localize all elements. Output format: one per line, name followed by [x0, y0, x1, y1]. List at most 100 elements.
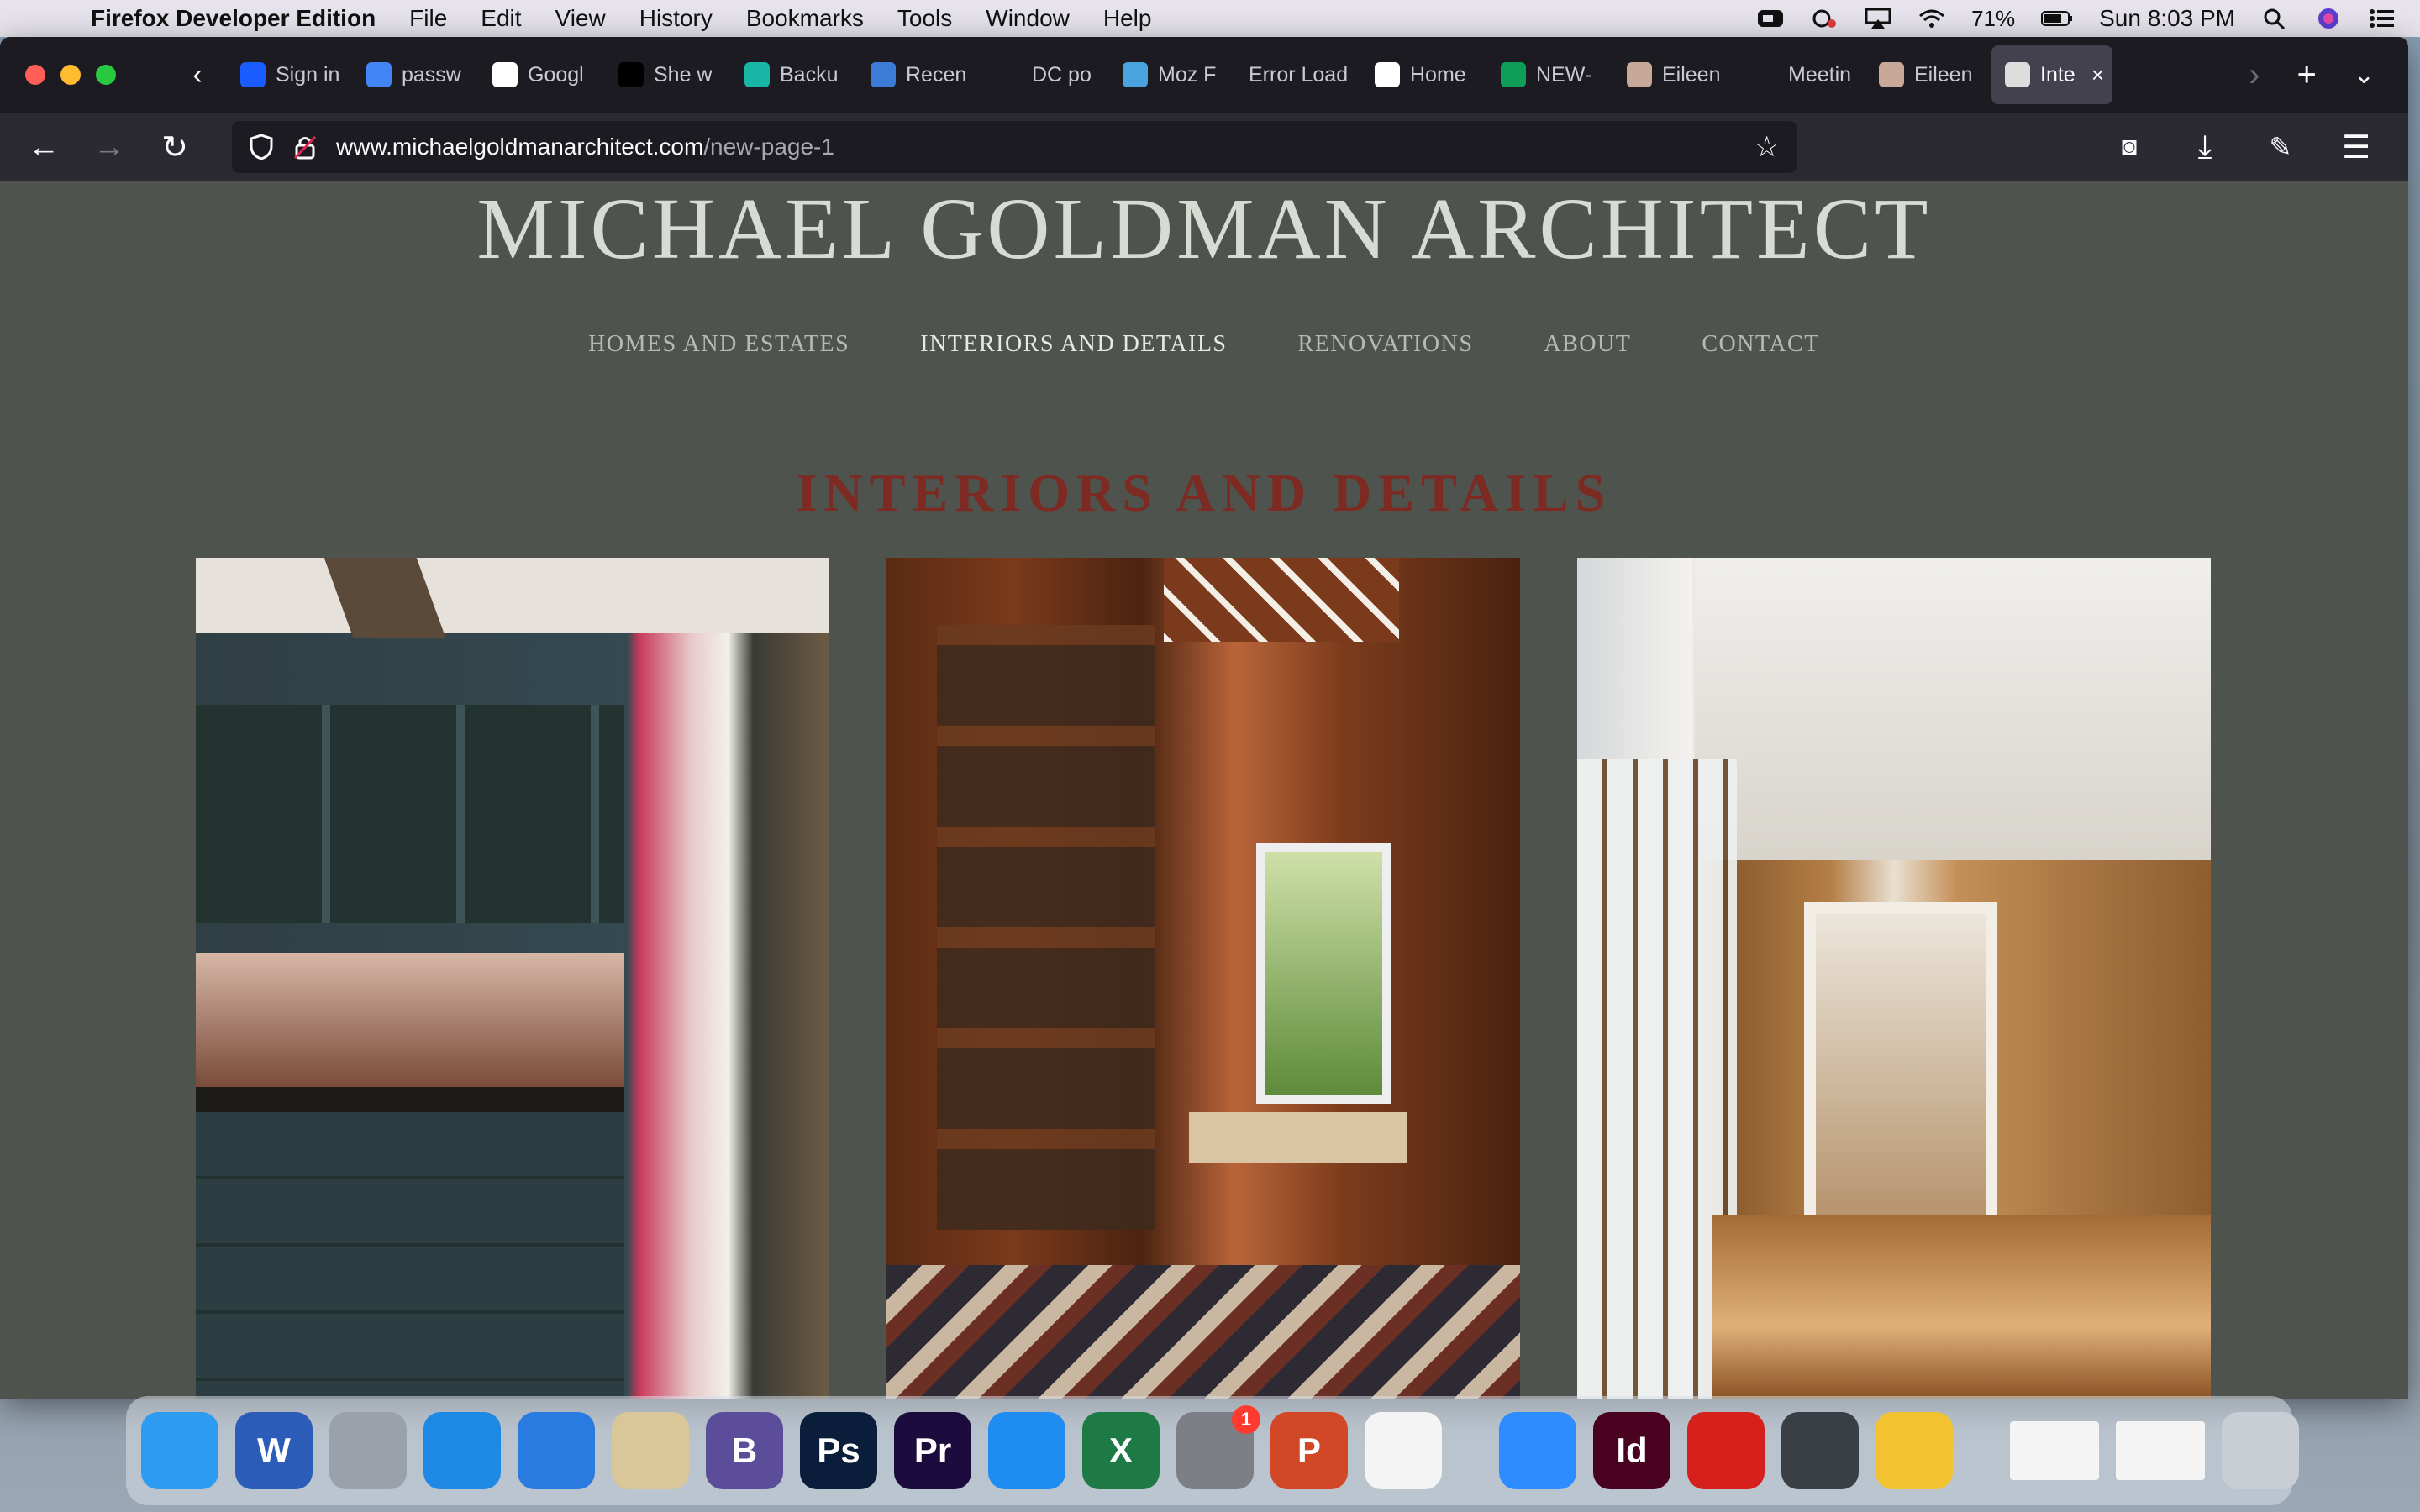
browser-tab[interactable]: DC po — [983, 45, 1109, 104]
nav-contact[interactable]: CONTACT — [1702, 331, 1819, 358]
site-title[interactable]: MICHAEL GOLDMAN ARCHITECT — [0, 181, 2408, 277]
close-tab-icon[interactable]: × — [2091, 62, 2104, 88]
premiere-icon[interactable]: Pr — [894, 1412, 971, 1489]
hamburger-menu-icon[interactable]: ☰ — [2331, 122, 2381, 172]
downloads-icon[interactable]: ⤓ — [2180, 122, 2230, 172]
close-window-button[interactable] — [25, 65, 45, 85]
menubar-clock[interactable]: Sun 8:03 PM — [2099, 5, 2235, 32]
browser-tab[interactable]: Backu — [731, 45, 857, 104]
zoom-status-icon[interactable] — [1756, 8, 1785, 29]
nav-renovations[interactable]: RENOVATIONS — [1298, 331, 1474, 358]
nav-homes-and-estates[interactable]: HOMES AND ESTATES — [588, 331, 850, 358]
list-all-tabs-chevron-icon[interactable]: ⌄ — [2354, 60, 2375, 90]
browser-tab[interactable]: Recen — [857, 45, 983, 104]
google-favicon-icon — [492, 62, 518, 87]
developer-tools-wrench-icon[interactable]: ✎ — [2255, 122, 2306, 172]
browser-tab[interactable]: Eileen — [1613, 45, 1739, 104]
word-document-thumbnail[interactable] — [2116, 1421, 2205, 1480]
app-name-menu[interactable]: Firefox Developer Edition — [91, 5, 376, 32]
browser-tab[interactable]: NEW- — [1487, 45, 1613, 104]
siri-icon[interactable] — [2314, 8, 2343, 29]
big-favicon-icon — [1753, 62, 1778, 87]
gallery-photo-library[interactable] — [886, 558, 1520, 1399]
dash-favicon-icon — [997, 62, 1022, 87]
browser-tab[interactable]: Error Load — [1235, 45, 1361, 104]
gallery-photo-bar-cabinet[interactable] — [196, 558, 829, 1399]
macos-menu-bar: Firefox Developer Edition File Edit View… — [0, 0, 2420, 37]
browser-tab[interactable]: Inte × — [1991, 45, 2112, 104]
minimize-window-button[interactable] — [60, 65, 81, 85]
powerpoint-icon[interactable]: P — [1270, 1412, 1348, 1489]
excel-icon[interactable]: X — [1082, 1412, 1160, 1489]
browser-tab[interactable]: Moz F — [1109, 45, 1235, 104]
pocket-icon[interactable]: ◙ — [2104, 122, 2154, 172]
tracking-protection-shield-icon[interactable] — [249, 134, 274, 160]
browser-tab[interactable]: passw — [353, 45, 479, 104]
new-tab-plus-icon[interactable]: + — [2297, 56, 2317, 94]
tab-title: passw — [402, 62, 461, 87]
browser-tab[interactable]: She w — [605, 45, 731, 104]
reload-icon[interactable]: ↻ — [150, 122, 200, 172]
wifi-icon[interactable] — [1918, 8, 1946, 29]
browser-tab[interactable]: Home — [1361, 45, 1487, 104]
menu-window[interactable]: Window — [986, 5, 1070, 32]
system-preferences-icon[interactable]: 1 — [1176, 1405, 1260, 1489]
chrome-icon[interactable] — [1365, 1412, 1442, 1489]
safari-icon[interactable] — [424, 1412, 501, 1489]
browser-tab[interactable]: Googl — [479, 45, 605, 104]
nav-about[interactable]: ABOUT — [1544, 331, 1631, 358]
url-path: /new-page-1 — [703, 134, 834, 160]
trash-icon[interactable] — [2222, 1412, 2299, 1489]
nav-interiors-and-details[interactable]: INTERIORS AND DETAILS — [920, 331, 1227, 358]
battery-icon[interactable] — [2040, 8, 2074, 29]
browser-tab[interactable]: Eileen — [1865, 45, 1991, 104]
bbedit-icon[interactable]: B — [706, 1412, 783, 1489]
browser-tab[interactable]: Meetin — [1739, 45, 1865, 104]
tab-title: Eileen — [1914, 62, 1973, 87]
menu-bookmarks[interactable]: Bookmarks — [746, 5, 864, 32]
menu-edit[interactable]: Edit — [481, 5, 521, 32]
indesign-icon[interactable]: Id — [1593, 1412, 1670, 1489]
tab-title: Inte — [2040, 62, 2075, 87]
menu-tools[interactable]: Tools — [897, 5, 952, 32]
bookmark-star-icon[interactable]: ☆ — [1754, 130, 1780, 164]
spotlight-search-icon[interactable] — [2260, 8, 2289, 29]
menu-file[interactable]: File — [409, 5, 447, 32]
sheets-favicon-icon — [1501, 62, 1526, 87]
photo-window — [1256, 843, 1391, 1104]
site-favicon-icon — [2005, 62, 2030, 87]
airplay-icon[interactable] — [1864, 8, 1892, 29]
scroll-tabs-left-icon[interactable]: ‹ — [168, 59, 227, 92]
firefox-dev-icon[interactable] — [518, 1412, 595, 1489]
url-text[interactable]: www.michaelgoldmanarchitect.com/new-page… — [336, 134, 834, 160]
photo-ceiling — [1695, 558, 2211, 860]
scroll-tabs-right-icon[interactable]: › — [2249, 56, 2260, 94]
creative-cloud-icon[interactable] — [1810, 8, 1839, 29]
back-arrow-icon[interactable]: ← — [18, 122, 69, 172]
grid-favicon-icon — [744, 62, 770, 87]
acrobat-icon[interactable] — [1687, 1412, 1765, 1489]
url-bar[interactable]: www.michaelgoldmanarchitect.com/new-page… — [232, 121, 1797, 173]
quicktime-icon[interactable] — [1781, 1412, 1859, 1489]
photo-window-seat — [1189, 1112, 1407, 1163]
insecure-lock-icon[interactable] — [292, 134, 318, 160]
notification-center-icon[interactable] — [2368, 8, 2396, 29]
cyberduck-icon[interactable] — [1876, 1412, 1953, 1489]
tab-title: Backu — [780, 62, 839, 87]
menu-view[interactable]: View — [555, 5, 606, 32]
zoom-icon[interactable] — [1499, 1412, 1576, 1489]
app-store-icon[interactable] — [988, 1412, 1065, 1489]
word-icon[interactable]: W — [235, 1412, 313, 1489]
dock-icon-glyph: Ps — [817, 1431, 860, 1470]
mail-icon[interactable] — [612, 1412, 689, 1489]
launchpad-icon[interactable] — [329, 1412, 407, 1489]
finder-icon[interactable] — [141, 1412, 218, 1489]
menu-help[interactable]: Help — [1103, 5, 1152, 32]
menu-history[interactable]: History — [639, 5, 713, 32]
gallery-photo-hallway[interactable] — [1577, 558, 2211, 1399]
forward-arrow-icon[interactable]: → — [84, 122, 134, 172]
fullscreen-window-button[interactable] — [96, 65, 116, 85]
photoshop-icon[interactable]: Ps — [800, 1412, 877, 1489]
word-document-thumbnail[interactable] — [2010, 1421, 2099, 1480]
browser-tab[interactable]: Sign in — [227, 45, 353, 104]
